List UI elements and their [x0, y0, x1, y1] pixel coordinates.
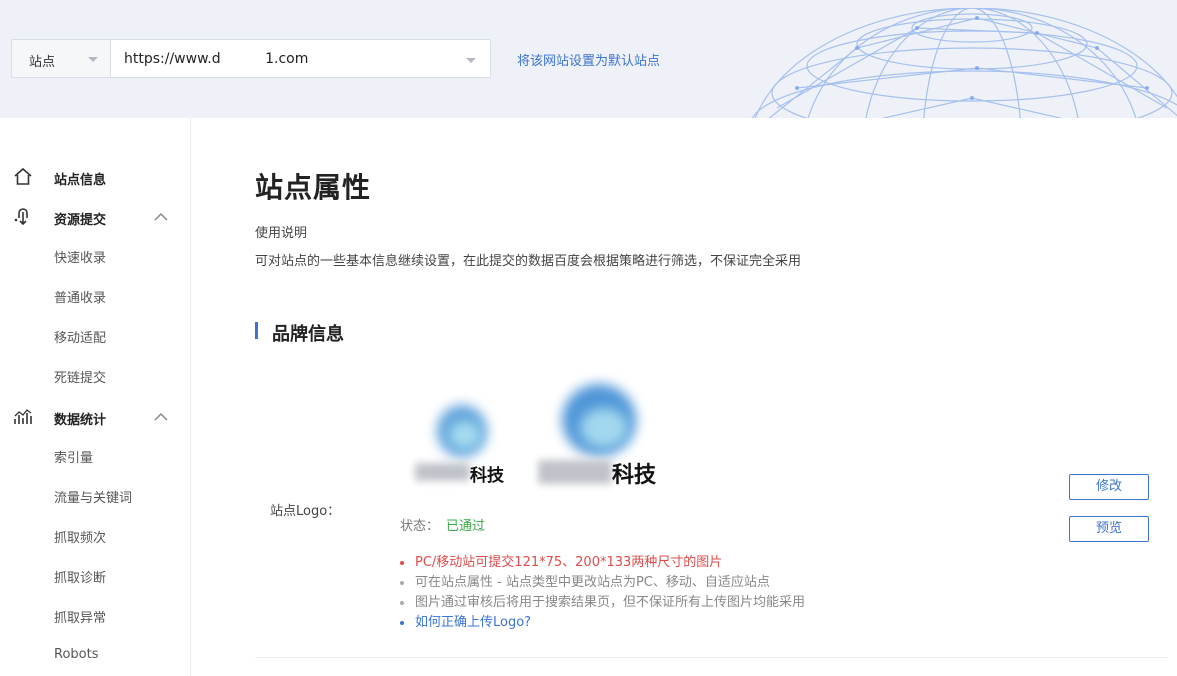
sidebar-item-normal-index[interactable]: 普通收录	[54, 287, 106, 306]
how-to-upload-logo-link[interactable]: 如何正确上传Logo?	[400, 613, 805, 633]
chevron-up-icon[interactable]	[154, 212, 168, 222]
sidebar-item-fast-index[interactable]: 快速收录	[54, 247, 106, 266]
sidebar-item-crawl-frequency[interactable]: 抓取频次	[54, 527, 106, 546]
status-badge: 已通过	[446, 519, 486, 534]
logo-brand-suffix: 科技	[470, 466, 504, 486]
sidebar-item-traffic-keywords[interactable]: 流量与关键词	[54, 487, 132, 506]
site-url-select[interactable]: https://www.d 1.com	[110, 39, 491, 78]
sidebar-group-resource-submit[interactable]: 资源提交	[0, 202, 190, 232]
section-title-brand: 品牌信息	[272, 324, 344, 345]
logo-preview-small: 科技	[415, 403, 510, 487]
page-title: 站点属性	[255, 171, 372, 204]
tip-site-type: 可在站点属性 - 站点类型中更改站点为PC、移动、自适应站点	[400, 573, 805, 593]
site-type-select[interactable]: 站点	[11, 39, 110, 78]
logo-mark-highlight	[580, 408, 628, 448]
section-accent-bar	[255, 322, 258, 339]
sidebar-item-site-info[interactable]: 站点信息	[0, 162, 190, 192]
blurred-brand-text	[538, 460, 612, 484]
site-logo-label: 站点Logo：	[270, 504, 341, 519]
tip-size-requirement: PC/移动站可提交121*75、200*133两种尺寸的图片	[400, 553, 805, 573]
logo-brand-suffix: 科技	[612, 463, 657, 488]
stats-icon	[14, 409, 32, 424]
edit-logo-button[interactable]: 修改	[1069, 474, 1149, 500]
globe-decoration-icon	[751, 8, 1177, 118]
usage-description: 可对站点的一些基本信息继续设置，在此提交的数据百度会根据策略进行筛选，不保证完全…	[255, 254, 802, 269]
section-divider	[255, 657, 1168, 658]
sidebar-item-robots[interactable]: Robots	[54, 647, 98, 662]
sidebar-item-crawl-diagnosis[interactable]: 抓取诊断	[54, 567, 106, 586]
chevron-down-icon	[88, 57, 98, 62]
sidebar-group-data-stats[interactable]: 数据统计	[0, 402, 190, 432]
home-icon	[14, 167, 32, 185]
top-header: 站点 https://www.d 1.com 将该网站设置为默认站点	[0, 0, 1177, 118]
blurred-brand-text	[415, 463, 470, 481]
site-type-select-label: 站点	[29, 55, 56, 70]
sidebar: 站点信息 资源提交 快速收录 普通收录 移动适配 死链提交 数据统计 索引量 流…	[0, 118, 191, 676]
tip-review-usage: 图片通过审核后将用于搜索结果页，但不保证所有上传图片均能采用	[400, 593, 805, 613]
logo-preview-large: 科技	[538, 380, 663, 488]
usage-title: 使用说明	[255, 226, 308, 241]
set-default-site-link[interactable]: 将该网站设置为默认站点	[517, 50, 660, 69]
preview-logo-button[interactable]: 预览	[1069, 516, 1149, 542]
sidebar-group-label: 资源提交	[54, 213, 107, 228]
sidebar-group-label: 站点信息	[54, 173, 107, 188]
chevron-down-icon	[466, 58, 476, 63]
sidebar-group-label: 数据统计	[54, 413, 107, 428]
sidebar-item-crawl-errors[interactable]: 抓取异常	[54, 607, 106, 626]
status-label: 状态：	[400, 519, 440, 534]
sidebar-item-dead-link[interactable]: 死链提交	[54, 367, 106, 386]
upload-link-icon	[14, 208, 28, 226]
chevron-up-icon[interactable]	[154, 412, 168, 422]
logo-mark-highlight	[449, 421, 481, 449]
sidebar-item-mobile-adapt[interactable]: 移动适配	[54, 327, 106, 346]
sidebar-item-index-count[interactable]: 索引量	[54, 447, 93, 466]
site-url-value: https://www.d 1.com	[124, 51, 309, 67]
logo-tips-list: PC/移动站可提交121*75、200*133两种尺寸的图片 可在站点属性 - …	[400, 553, 805, 633]
